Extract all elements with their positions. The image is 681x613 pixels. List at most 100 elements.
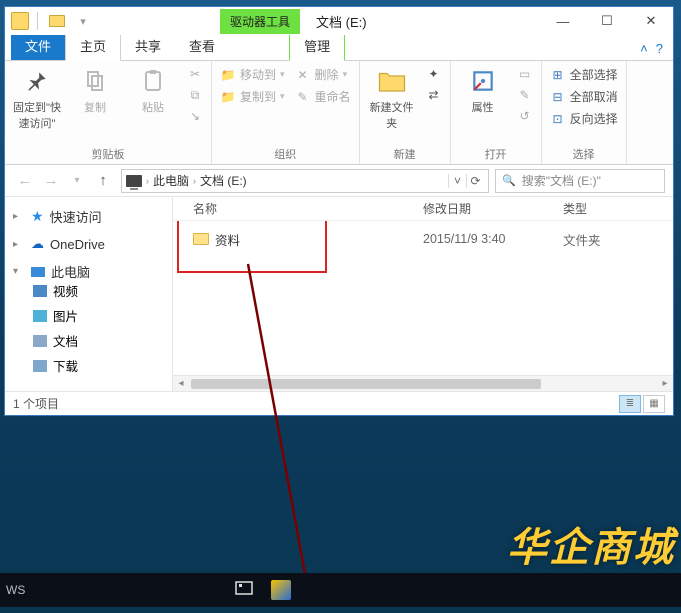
file-name: 资料 (215, 230, 240, 249)
ribbon-collapse-button[interactable]: ˄ (640, 41, 648, 56)
drive-tools-label: 驱动器工具 (220, 9, 300, 34)
list-item[interactable]: 资料 2015/11/9 3:40 文件夹 (173, 227, 673, 251)
paste-button[interactable]: 粘贴 (127, 65, 179, 115)
open-icon: ▭ (517, 66, 533, 82)
col-name[interactable]: 名称 (173, 200, 423, 217)
new-item-button[interactable]: ✦ (424, 65, 444, 83)
file-type: 文件夹 (563, 230, 643, 249)
breadcrumb[interactable]: › 此电脑 › 文档 (E:) ˅ ⟳ (121, 169, 489, 193)
copy-path-button[interactable]: ⧉ (185, 86, 205, 104)
qat-folder-icon[interactable] (46, 10, 68, 32)
nav-quick-access[interactable]: ▸ ★ 快速访问 (13, 207, 164, 226)
chevron-right-icon[interactable]: ▸ (13, 211, 25, 222)
copy-button[interactable]: 复制 (69, 65, 121, 115)
select-none-icon: ⊟ (550, 89, 566, 105)
system-menu-icon[interactable] (11, 12, 29, 30)
pictures-icon (33, 310, 47, 322)
easy-access-button[interactable]: ⇄ (424, 86, 444, 104)
properties-icon (467, 65, 499, 97)
search-icon: 🔍 (502, 174, 516, 187)
clipboard-group-label: 剪贴板 (11, 144, 205, 162)
window-controls: — ☐ ✕ (541, 7, 673, 35)
address-dropdown-button[interactable]: ˅ (448, 174, 466, 188)
paste-shortcut-button[interactable]: ↘ (185, 107, 205, 125)
chevron-down-icon[interactable]: ▾ (13, 266, 25, 277)
chevron-right-icon[interactable]: › (193, 176, 196, 186)
nav-forward-button[interactable]: → (39, 169, 63, 193)
item-count: 1 个项目 (13, 395, 59, 412)
file-list[interactable]: 资料 2015/11/9 3:40 文件夹 (173, 221, 673, 375)
nav-back-button[interactable]: ← (13, 169, 37, 193)
history-button[interactable]: ↺ (515, 107, 535, 125)
copy-to-button[interactable]: 📁 复制到 ▾ (218, 87, 287, 106)
paste-icon (137, 65, 169, 97)
help-button[interactable]: ? (656, 41, 663, 56)
scroll-right-icon[interactable]: ▸ (657, 378, 673, 389)
tab-view[interactable]: 查看 (175, 31, 229, 60)
cut-icon: ✂ (187, 66, 203, 82)
taskbar-app-icon[interactable] (271, 580, 291, 600)
address-bar: ← → ▾ ↑ › 此电脑 › 文档 (E:) ˅ ⟳ 🔍 搜索"文档 (E:)… (5, 165, 673, 197)
task-view-icon[interactable] (235, 581, 253, 600)
view-details-button[interactable]: ≣ (619, 395, 641, 413)
star-icon: ★ (31, 208, 44, 225)
copy-path-icon: ⧉ (187, 87, 203, 103)
crumb-current[interactable]: 文档 (E:) (200, 172, 247, 189)
new-folder-button[interactable]: 新建文件夹 (366, 65, 418, 131)
col-date[interactable]: 修改日期 (423, 200, 563, 217)
tab-file[interactable]: 文件 (11, 31, 65, 60)
paste-shortcut-icon: ↘ (187, 108, 203, 124)
scrollbar-thumb[interactable] (191, 379, 541, 389)
ribbon-group-clipboard: 固定到"快速访问" 复制 粘贴 ✂ ⧉ ↘ (5, 61, 212, 164)
qat-dropdown-icon[interactable]: ▾ (72, 10, 94, 32)
minimize-button[interactable]: — (541, 7, 585, 35)
nav-up-button[interactable]: ↑ (91, 169, 115, 193)
chevron-right-icon[interactable]: › (146, 176, 149, 186)
ribbon-group-new: 新建文件夹 ✦ ⇄ 新建 (360, 61, 451, 164)
titlebar: ▾ 驱动器工具 文档 (E:) — ☐ ✕ (5, 7, 673, 35)
nav-this-pc[interactable]: ▾ 此电脑 (13, 262, 164, 281)
new-group-label: 新建 (366, 144, 444, 162)
maximize-button[interactable]: ☐ (585, 7, 629, 35)
move-to-button[interactable]: 📁 移动到 ▾ (218, 65, 287, 84)
nav-pictures[interactable]: 图片 (33, 306, 164, 325)
nav-videos[interactable]: 视频 (33, 281, 164, 300)
tab-share[interactable]: 共享 (121, 31, 175, 60)
ribbon-tab-row: 文件 主页 共享 查看 管理 ˄ ? (5, 35, 673, 61)
status-bar: 1 个项目 ≣ ▦ (5, 391, 673, 415)
view-icons-button[interactable]: ▦ (643, 395, 665, 413)
cut-button[interactable]: ✂ (185, 65, 205, 83)
select-none-button[interactable]: ⊟ 全部取消 (548, 87, 620, 106)
new-folder-icon (376, 65, 408, 97)
nav-onedrive[interactable]: ▸ ☁ OneDrive (13, 236, 164, 252)
documents-icon (33, 335, 47, 347)
nav-recent-button[interactable]: ▾ (65, 169, 89, 193)
search-input[interactable]: 🔍 搜索"文档 (E:)" (495, 169, 665, 193)
nav-downloads[interactable]: 下载 (33, 356, 164, 375)
refresh-button[interactable]: ⟳ (466, 174, 484, 188)
scroll-left-icon[interactable]: ◂ (173, 378, 189, 389)
crumb-root[interactable]: 此电脑 (153, 172, 189, 189)
pc-icon (126, 175, 142, 187)
properties-button[interactable]: 属性 (457, 65, 509, 115)
select-all-button[interactable]: ⊞ 全部选择 (548, 65, 620, 84)
navigation-pane: ▸ ★ 快速访问 ▸ ☁ OneDrive ▾ 此电脑 视频 图片 文档 (5, 197, 173, 391)
edit-icon: ✎ (517, 87, 533, 103)
rename-button[interactable]: ✎ 重命名 (293, 87, 353, 106)
pin-to-quick-access-button[interactable]: 固定到"快速访问" (11, 65, 63, 131)
open-button[interactable]: ▭ (515, 65, 535, 83)
select-all-icon: ⊞ (550, 67, 566, 83)
edit-button[interactable]: ✎ (515, 86, 535, 104)
easy-access-icon: ⇄ (426, 87, 442, 103)
chevron-right-icon[interactable]: ▸ (13, 239, 25, 250)
close-button[interactable]: ✕ (629, 7, 673, 35)
ribbon-group-organize: 📁 移动到 ▾ 📁 复制到 ▾ ✕ 删除 ▾ ✎ 重命名 (212, 61, 360, 164)
invert-selection-button[interactable]: ⊡ 反向选择 (548, 109, 620, 128)
downloads-icon (33, 360, 47, 372)
history-icon: ↺ (517, 108, 533, 124)
delete-button[interactable]: ✕ 删除 ▾ (293, 65, 353, 84)
horizontal-scrollbar[interactable]: ◂ ▸ (173, 375, 673, 391)
taskbar[interactable]: WS (0, 573, 681, 607)
col-type[interactable]: 类型 (563, 200, 643, 217)
nav-documents[interactable]: 文档 (33, 331, 164, 350)
